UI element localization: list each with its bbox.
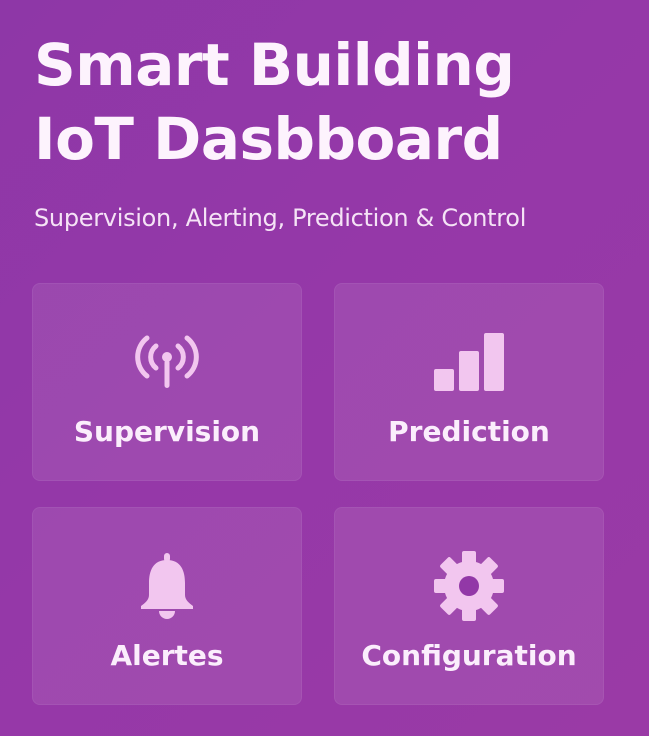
page-title: Smart Building IoT Dasbboard [34, 28, 515, 176]
supervision-tile[interactable]: Supervision [32, 283, 302, 481]
prediction-tile[interactable]: Prediction [334, 283, 604, 481]
bar-chart-icon [429, 322, 509, 402]
gear-icon [429, 546, 509, 626]
antenna-signal-icon [127, 322, 207, 402]
prediction-label: Prediction [388, 415, 550, 448]
configuration-tile[interactable]: Configuration [334, 507, 604, 705]
title-line-2: IoT Dasbboard [34, 105, 503, 173]
title-line-1: Smart Building [34, 31, 515, 99]
bell-icon [127, 546, 207, 626]
supervision-label: Supervision [73, 415, 261, 448]
configuration-label: Configuration [361, 639, 577, 672]
alertes-tile[interactable]: Alertes [32, 507, 302, 705]
page-subtitle: Supervision, Alerting, Prediction & Cont… [34, 204, 527, 232]
alertes-label: Alertes [110, 639, 224, 672]
